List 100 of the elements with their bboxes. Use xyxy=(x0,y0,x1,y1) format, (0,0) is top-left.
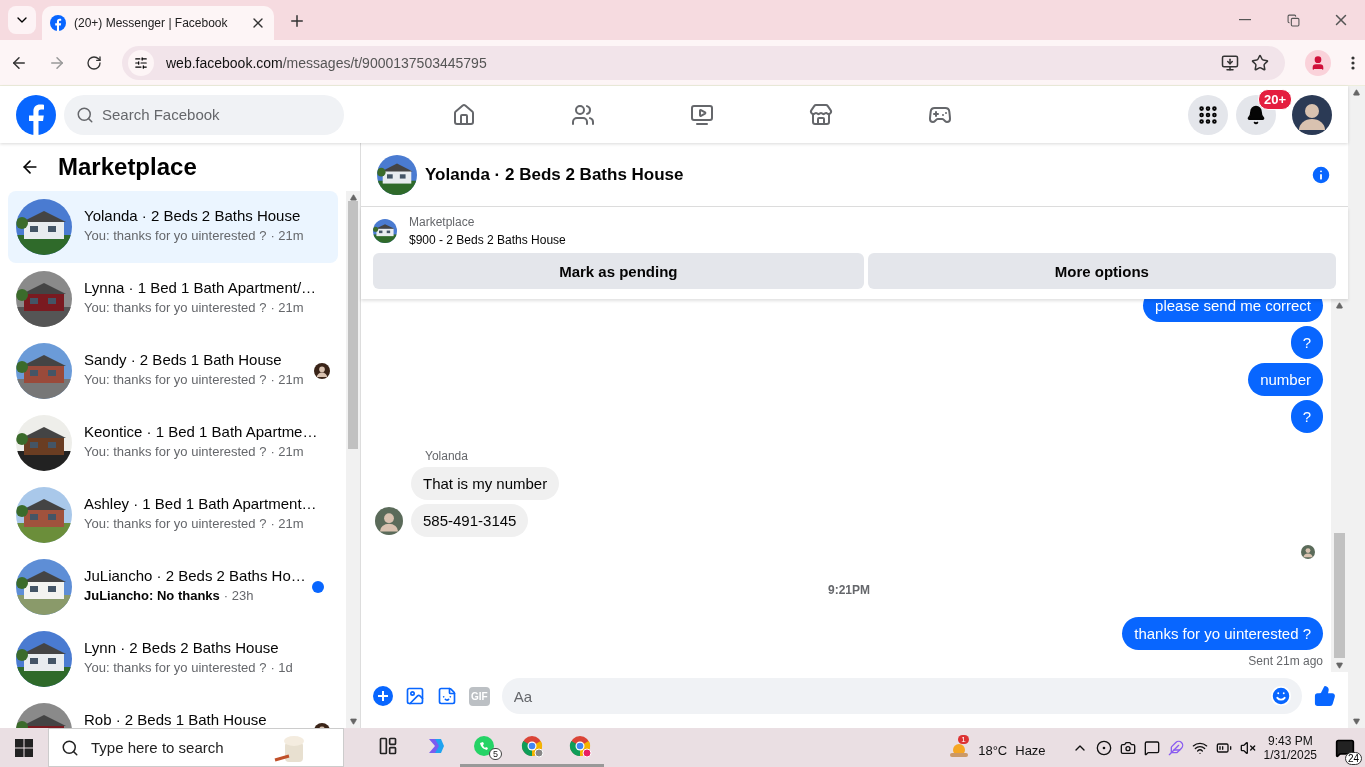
sent-message: number xyxy=(1248,363,1323,396)
weather-widget[interactable]: 1 18°C Haze xyxy=(944,733,1050,762)
new-tab-button[interactable] xyxy=(288,12,306,30)
plus-icon xyxy=(288,12,306,30)
scrollbar-thumb[interactable] xyxy=(1333,533,1346,658)
conversation-time: · 23h xyxy=(223,588,254,603)
conversation-preview: You: thanks for yo uinterested ? xyxy=(84,228,267,243)
home-icon xyxy=(451,102,476,127)
avatar xyxy=(1292,94,1332,135)
browser-tab[interactable]: (20+) Messenger | Facebook xyxy=(42,6,274,40)
conversation-title: Rob · 2 Beds 1 Bath House xyxy=(84,711,268,728)
chrome-icon xyxy=(520,734,544,758)
taskbar-search-field[interactable]: Type here to search xyxy=(48,728,344,767)
conversation-item[interactable]: Lynna · 1 Bed 1 Bath Apartment/… You: thanks for yo uinterested ? · 21m xyxy=(8,263,338,335)
unread-dot xyxy=(312,581,324,593)
minimize-icon xyxy=(1239,19,1251,21)
address-bar[interactable]: web.facebook.com/messages/t/9000137503445795 xyxy=(122,45,1285,80)
scroll-up-icon xyxy=(1336,302,1343,309)
sender-name: Yolanda xyxy=(425,449,469,463)
notification-center-button[interactable]: 24 xyxy=(1325,728,1365,767)
listing-title: $900 - 2 Beds 2 Baths House xyxy=(409,233,566,247)
scroll-up-icon xyxy=(1353,89,1360,96)
conversation-preview: You: thanks for yo uinterested ? xyxy=(84,444,267,459)
taskbar-app[interactable]: 5 xyxy=(460,728,508,767)
search-field[interactable]: Search Facebook xyxy=(64,94,344,135)
conversation-title: Lynna · 1 Bed 1 Bath Apartment/… xyxy=(84,279,318,296)
like-button[interactable] xyxy=(1314,685,1336,707)
store-icon xyxy=(808,102,833,127)
search-icon xyxy=(76,105,94,124)
mute-icon xyxy=(1239,739,1256,756)
reload-icon xyxy=(86,54,102,71)
chat-icon xyxy=(1143,739,1160,756)
conversation-preview: You: thanks for yo uinterested ? xyxy=(84,660,267,675)
photo-button[interactable] xyxy=(405,686,425,706)
conversation-item[interactable]: Keontice · 1 Bed 1 Bath Apartme… You: thanks for yo uinterested ? · 21m xyxy=(8,407,338,479)
sent-message: please send me correct xyxy=(1143,299,1323,322)
listing-action-button[interactable]: More options xyxy=(867,253,1336,289)
reload-button[interactable] xyxy=(86,54,102,71)
info-button[interactable] xyxy=(1310,163,1332,186)
received-message: 585-491-3145 xyxy=(411,504,529,537)
info-icon xyxy=(1310,163,1332,186)
conversation-item[interactable]: Yolanda · 2 Beds 2 Baths House You: thanks for yo uinterested ? · 21m xyxy=(8,191,338,263)
conversation-item[interactable]: Ashley · 1 Bed 1 Bath Apartment… You: thanks for yo uinterested ? · 21m xyxy=(8,479,338,551)
thumbs-up-icon xyxy=(1314,685,1336,707)
facebook-logo-icon[interactable] xyxy=(50,15,66,31)
conversation-title: Yolanda · 2 Beds 2 Baths House xyxy=(84,207,302,224)
sent-message: ? xyxy=(1290,400,1323,433)
conversation-title: Keontice · 1 Bed 1 Bath Apartme… xyxy=(84,423,319,440)
windows-logo-icon xyxy=(15,738,33,757)
scroll-up-icon xyxy=(349,194,357,201)
conversation-time: · 21m xyxy=(270,516,304,531)
restore-icon xyxy=(1286,13,1300,27)
conversation-time: · 1d xyxy=(270,660,293,675)
play-icon xyxy=(689,102,714,127)
sticker-icon xyxy=(437,686,457,706)
sent-message: thanks for yo uinterested ? xyxy=(1122,617,1323,650)
scrollbar-thumb[interactable] xyxy=(348,201,358,449)
chat-title: Yolanda · 2 Beds 2 Baths House xyxy=(425,164,685,185)
delivery-status: Sent 21m ago xyxy=(1248,654,1323,668)
chrome-icon xyxy=(568,734,592,758)
conversation-item[interactable]: JuLiancho · 2 Beds 2 Baths Ho… JuLiancho: No thanks · 23h xyxy=(8,551,338,623)
bookmark-button[interactable] xyxy=(1251,53,1269,72)
conversation-item[interactable]: Lynn · 2 Beds 2 Baths House You: thanks for yo uinterested ? · 1d xyxy=(8,623,338,695)
conversation-preview: JuLiancho: No thanks xyxy=(84,588,220,603)
install-app-button[interactable] xyxy=(1221,53,1239,72)
task-view-icon xyxy=(378,736,398,756)
monitor-download-icon xyxy=(1221,53,1239,72)
whatsapp-icon xyxy=(472,734,496,758)
sticker-button[interactable] xyxy=(437,686,457,706)
search-icon xyxy=(61,738,79,757)
scroll-down-icon xyxy=(1336,662,1343,669)
browser-menu-button[interactable] xyxy=(1351,55,1355,70)
profile-button[interactable] xyxy=(1305,49,1331,76)
camera-icon xyxy=(1119,739,1136,756)
facebook-logo[interactable] xyxy=(16,94,56,135)
url-text: web.facebook.com/messages/t/9000137503445795 xyxy=(166,54,488,71)
scroll-down-icon xyxy=(1353,718,1360,725)
tab-title: (20+) Messenger | Facebook xyxy=(74,16,229,30)
grid-icon xyxy=(1197,103,1219,126)
smiley-icon xyxy=(1270,685,1292,707)
search-input[interactable]: Search Facebook xyxy=(102,94,332,135)
conversation-time: · 21m xyxy=(270,300,304,315)
plus-icon xyxy=(373,686,393,706)
conversation-preview: You: thanks for yo uinterested ? xyxy=(84,516,267,531)
menu-button[interactable] xyxy=(1188,94,1228,135)
conversation-time: · 21m xyxy=(270,372,304,387)
sliders-icon xyxy=(134,55,148,70)
tab-list-button[interactable] xyxy=(8,6,36,34)
site-info-button[interactable] xyxy=(128,49,154,76)
conversation-item[interactable]: Sandy · 2 Beds 1 Bath House You: thanks for yo uinterested ? · 21m xyxy=(8,335,338,407)
clock[interactable]: 9:43 PM 1/31/2025 xyxy=(1263,733,1317,762)
sent-message: ? xyxy=(1290,326,1323,359)
conversation-title: Lynn · 2 Beds 2 Baths House xyxy=(84,639,280,656)
record-icon xyxy=(1095,739,1112,756)
emoji-button[interactable] xyxy=(1270,685,1292,707)
add-button[interactable] xyxy=(373,686,393,706)
star-icon xyxy=(1251,53,1269,72)
listing-action-button[interactable]: Mark as pending xyxy=(373,253,864,289)
sidebar-title: Marketplace xyxy=(58,153,197,181)
image-icon xyxy=(405,686,425,706)
